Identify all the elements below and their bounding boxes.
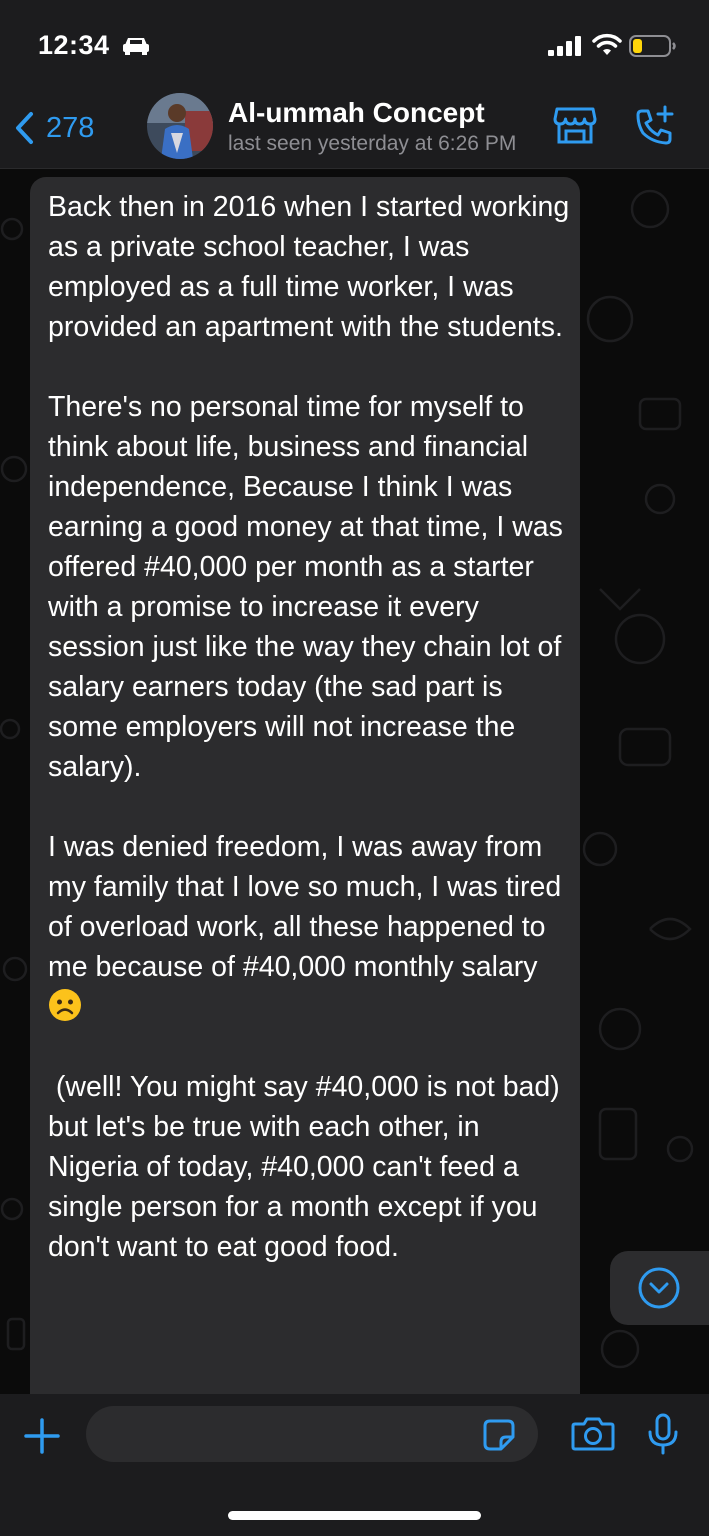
message-text: Back then in 2016 when I started working… [48,187,573,1267]
contact-avatar[interactable] [147,93,213,159]
battery-low-icon [629,35,676,57]
microphone-icon[interactable] [647,1413,679,1455]
message-paragraph: I was denied freedom, I was away from my… [48,831,570,983]
message-input[interactable] [86,1406,538,1462]
contact-name[interactable]: Al-ummah Concept [228,97,485,129]
status-time: 12:34 [38,30,110,60]
attach-plus-icon[interactable] [24,1418,60,1454]
chevron-down-circle-icon [638,1267,680,1309]
chat-header: 278 Al-ummah Concept last seen yesterday… [0,88,709,169]
message-paragraph: There's no personal time for myself to t… [48,391,571,783]
unread-count: 278 [46,111,95,144]
frowning-face-emoji-icon [49,989,81,1021]
car-icon [123,38,149,55]
scroll-to-bottom-button[interactable] [610,1251,709,1325]
chat-area[interactable]: Back then in 2016 when I started working… [0,169,709,1394]
chevron-left-icon [16,112,33,144]
cellular-signal-icon [548,36,581,56]
sticker-icon[interactable] [482,1418,516,1452]
business-catalog-icon[interactable] [553,105,597,145]
message-input-bar [0,1394,709,1536]
message-paragraph: (well! You might say #40,000 is not bad)… [48,1071,568,1263]
last-seen-status: last seen yesterday at 6:26 PM [228,132,517,155]
back-button[interactable]: 278 [14,108,94,148]
home-indicator [228,1511,481,1520]
add-call-icon[interactable] [632,103,678,149]
message-paragraph: Back then in 2016 when I started working… [48,191,578,343]
camera-icon[interactable] [571,1415,615,1451]
status-bar: 12:34 [0,0,709,88]
wifi-icon [592,33,622,55]
